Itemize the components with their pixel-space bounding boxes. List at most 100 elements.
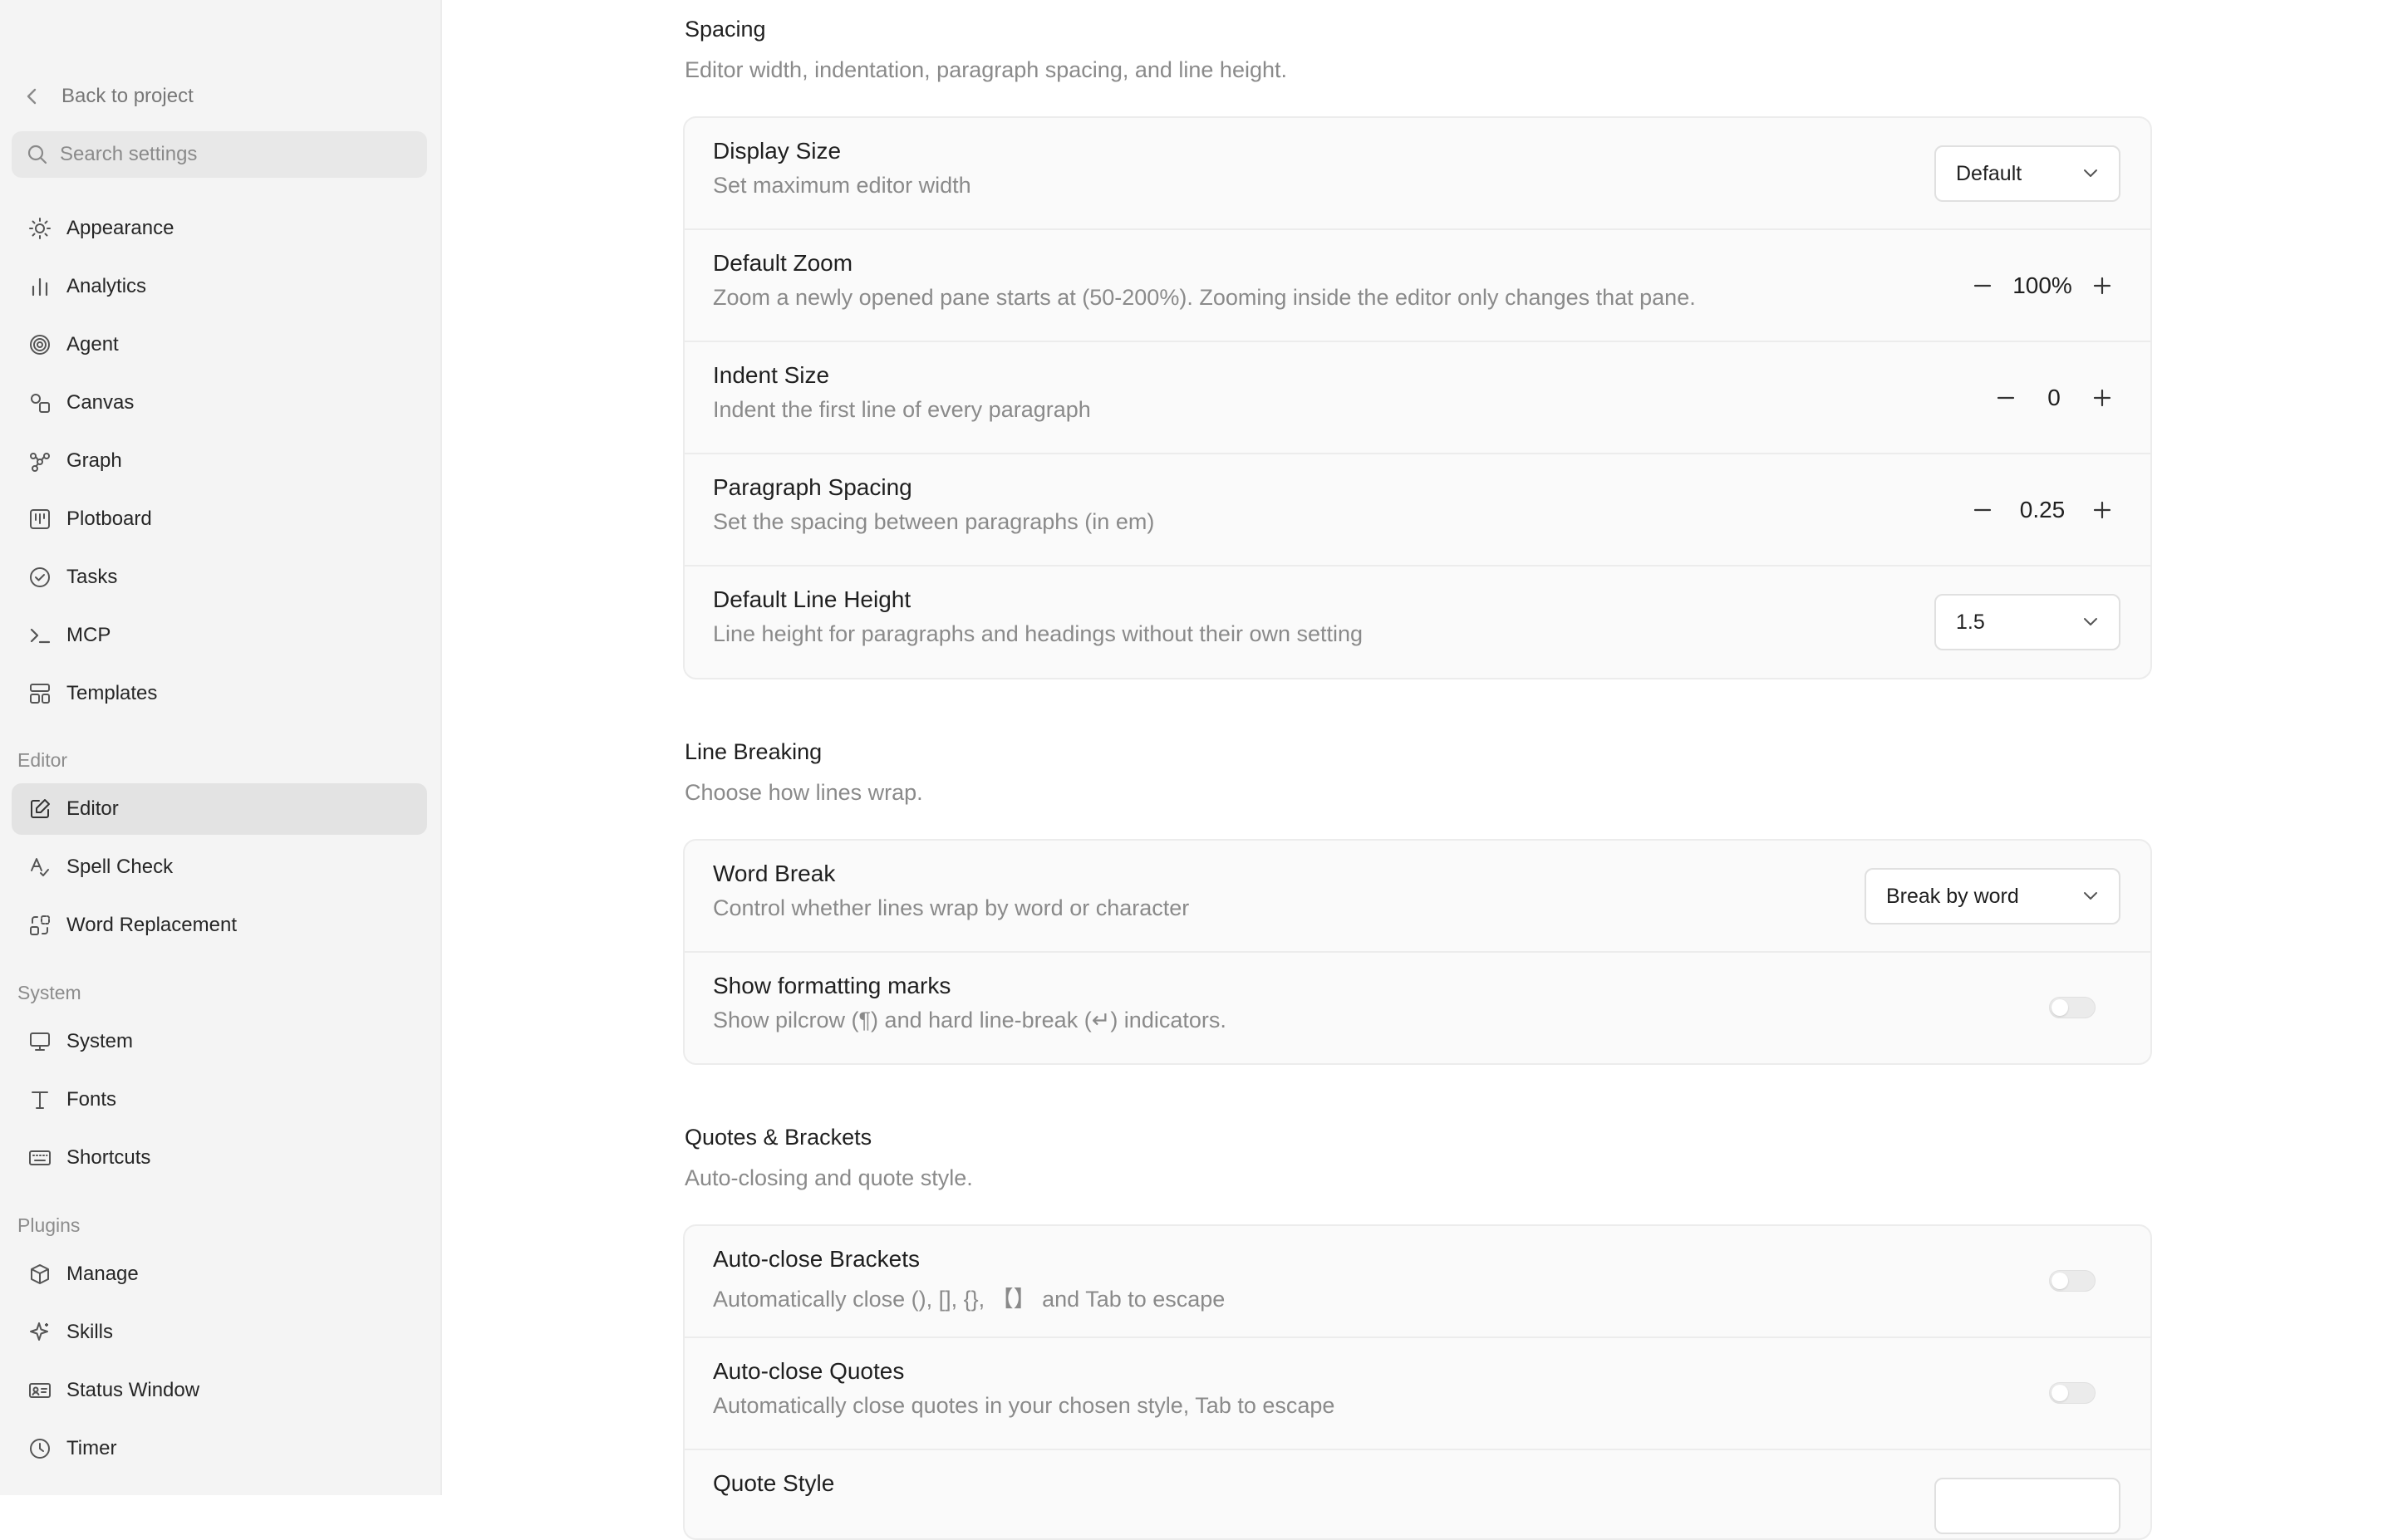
section-label-editor: Editor [17,749,68,771]
section-title-spacing: Spacing [685,17,766,42]
stepper-value: 0.25 [2019,497,2066,522]
setting-row-indent-size: Indent Size Indent the first line of eve… [685,342,2150,454]
sidebar-item-manage[interactable]: Manage [12,1248,427,1300]
back-to-project-link[interactable]: Back to project [25,80,194,113]
setting-row-auto-close-quotes: Auto-close Quotes Automatically close qu… [685,1338,2150,1450]
id-card-icon [27,1377,53,1404]
section-title-line-breaking: Line Breaking [685,739,823,764]
sidebar-item-label: Timer [66,1437,117,1459]
setting-description: Automatically close quotes in your chose… [713,1393,1335,1418]
sidebar-item-label: Manage [66,1263,139,1285]
setting-row-default-zoom: Default Zoom Zoom a newly opened pane st… [685,230,2150,342]
setting-title: Default Line Height [713,586,912,612]
plus-icon[interactable] [2084,267,2120,304]
check-circle-icon [27,564,53,591]
sidebar-item-graph[interactable]: Graph [12,435,427,487]
setting-row-quote-style: Quote Style [685,1450,2150,1538]
minus-icon[interactable] [1964,267,2001,304]
type-icon [27,1086,53,1113]
minus-icon[interactable] [1988,380,2024,416]
sidebar-item-status-window[interactable]: Status Window [12,1365,427,1416]
section-description-line-breaking: Choose how lines wrap. [685,780,923,805]
setting-title: Paragraph Spacing [713,474,912,500]
sidebar-item-analytics[interactable]: Analytics [12,261,427,312]
sidebar-item-timer[interactable]: Timer [12,1423,427,1474]
keyboard-icon [27,1145,53,1171]
display-size-select[interactable]: Default [1934,145,2120,202]
setting-row-auto-close-brackets: Auto-close Brackets Automatically close … [685,1226,2150,1338]
sidebar-item-label: MCP [66,624,111,646]
sidebar-item-plotboard[interactable]: Plotboard [12,493,427,545]
sidebar-item-appearance[interactable]: Appearance [12,203,427,254]
sidebar-item-label: Templates [66,682,158,704]
setting-description: Automatically close (), [], {}, 【】 and T… [713,1287,1226,1312]
setting-row-paragraph-spacing: Paragraph Spacing Set the spacing betwee… [685,454,2150,566]
default-zoom-stepper: 100% [1964,258,2120,313]
sidebar-item-label: Canvas [66,391,135,414]
sidebar-item-fonts[interactable]: Fonts [12,1074,427,1126]
word-break-select[interactable]: Break by word [1865,868,2120,924]
chevron-down-icon [2082,891,2099,901]
quotes-brackets-settings-card: Auto-close Brackets Automatically close … [683,1224,2152,1540]
chevron-down-icon [2082,169,2099,179]
auto-close-quotes-toggle[interactable] [2049,1382,2096,1404]
search-input[interactable] [58,142,410,167]
sidebar-item-agent[interactable]: Agent [12,319,427,370]
sidebar-item-editor[interactable]: Editor [12,783,427,835]
sidebar-item-spell-check[interactable]: Spell Check [12,841,427,893]
spiral-icon [27,331,53,358]
sidebar-item-canvas[interactable]: Canvas [12,377,427,429]
section-title-quotes-brackets: Quotes & Brackets [685,1125,872,1150]
sidebar-item-label: Editor [66,797,119,820]
sidebar-item-label: Fonts [66,1088,117,1111]
toggle-knob [2051,1385,2068,1401]
sidebar-item-label: Appearance [66,217,174,239]
select-value: Break by word [1886,884,2019,908]
minus-icon[interactable] [1964,492,2001,528]
indent-size-stepper: 0 [1988,370,2120,425]
package-icon [27,1261,53,1287]
sidebar-item-system[interactable]: System [12,1016,427,1067]
setting-row-formatting-marks: Show formatting marks Show pilcrow (¶) a… [685,953,2150,1063]
setting-description: Control whether lines wrap by word or ch… [713,895,1190,920]
formatting-marks-toggle[interactable] [2049,997,2096,1018]
line-height-select[interactable]: 1.5 [1934,594,2120,650]
sidebar-item-mcp[interactable]: MCP [12,610,427,661]
paragraph-spacing-stepper: 0.25 [1964,483,2120,537]
setting-title: Quote Style [713,1470,835,1496]
sidebar-item-word-replacement[interactable]: Word Replacement [12,900,427,951]
bar-chart-icon [27,273,53,300]
sidebar-item-skills[interactable]: Skills [12,1307,427,1358]
auto-close-brackets-toggle[interactable] [2049,1270,2096,1292]
back-to-project-label: Back to project [61,85,194,107]
search-box[interactable] [12,131,427,178]
kanban-icon [27,506,53,532]
line-breaking-settings-card: Word Break Control whether lines wrap by… [683,839,2152,1065]
setting-title: Auto-close Brackets [713,1246,920,1272]
shapes-icon [27,390,53,416]
section-label-plugins: Plugins [17,1214,81,1236]
edit-square-icon [27,796,53,822]
setting-title: Show formatting marks [713,973,951,998]
section-description-quotes-brackets: Auto-closing and quote style. [685,1165,973,1190]
plus-icon[interactable] [2084,380,2120,416]
setting-description: Set the spacing between paragraphs (in e… [713,509,1155,534]
toggle-knob [2051,1273,2068,1289]
quote-style-select[interactable] [1934,1478,2120,1534]
sidebar-item-label: Spell Check [66,856,174,878]
section-label-system: System [17,982,81,1003]
spacing-settings-card: Display Size Set maximum editor width De… [683,116,2152,679]
sidebar-item-tasks[interactable]: Tasks [12,552,427,603]
sidebar-item-label: Plotboard [66,508,152,530]
settings-main-panel: Spacing Editor width, indentation, parag… [442,0,2393,1540]
sidebar-item-label: System [66,1030,134,1052]
sidebar-item-label: Tasks [66,566,118,588]
plus-icon[interactable] [2084,492,2120,528]
setting-title: Display Size [713,138,842,164]
sidebar-item-templates[interactable]: Templates [12,668,427,719]
sun-icon [27,215,53,242]
setting-description: Show pilcrow (¶) and hard line-break (↵)… [713,1008,1226,1032]
sidebar-item-label: Word Replacement [66,914,237,936]
sidebar-item-shortcuts[interactable]: Shortcuts [12,1132,427,1184]
sidebar-item-label: Status Window [66,1379,200,1401]
